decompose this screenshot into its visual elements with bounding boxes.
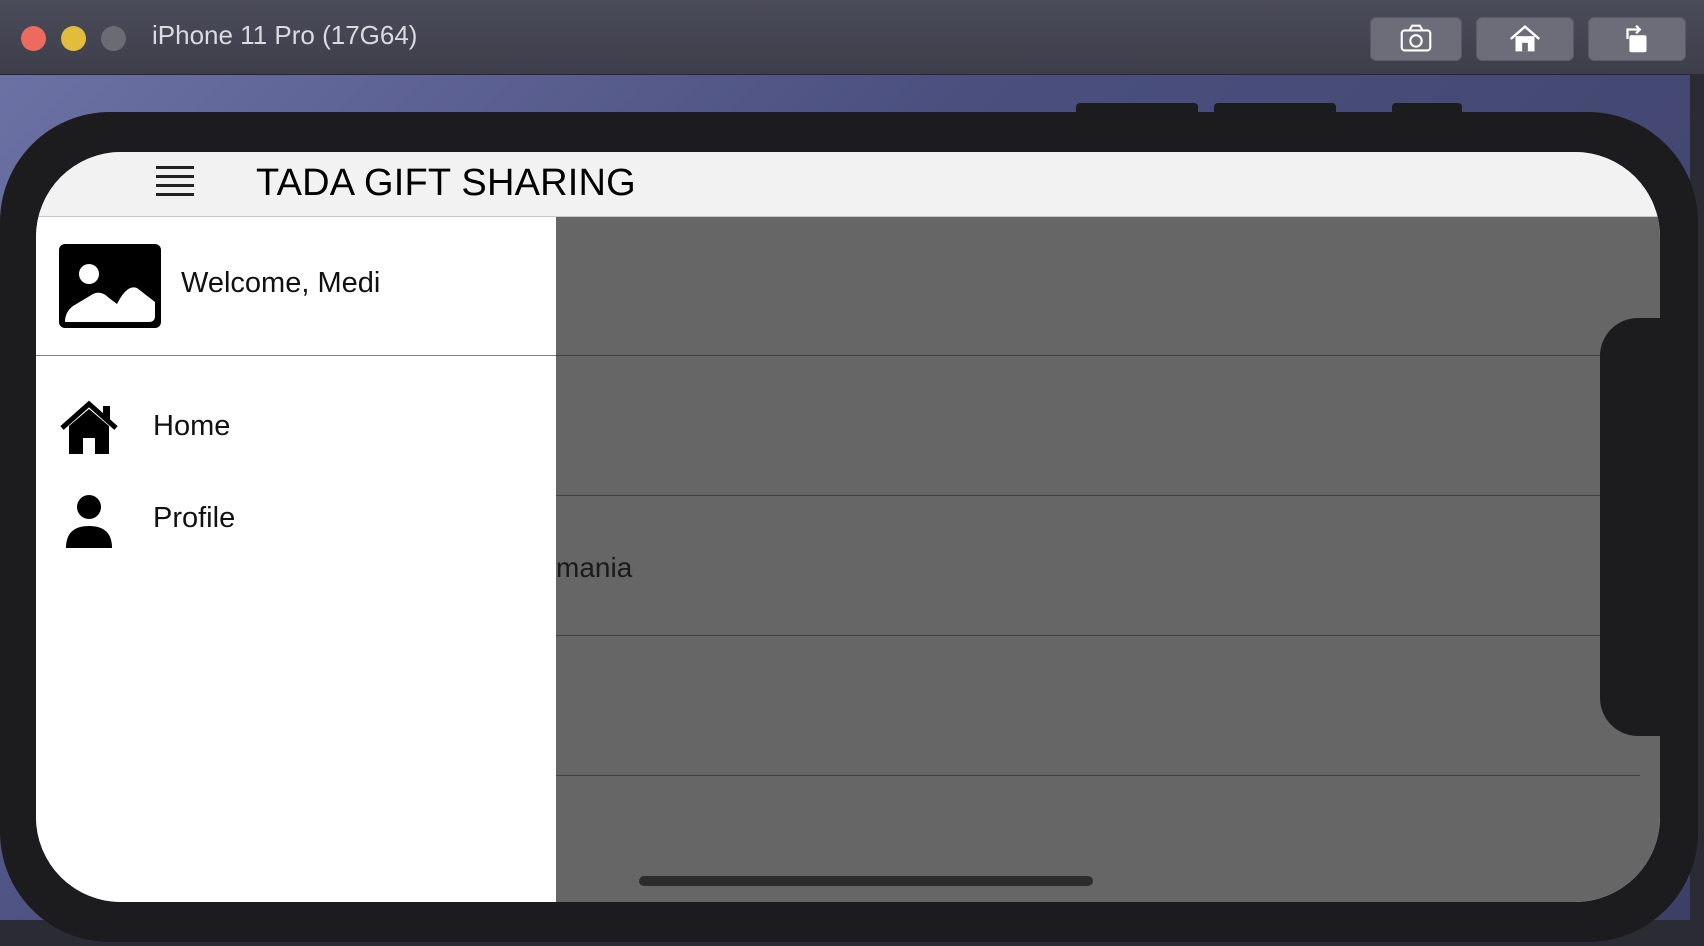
window-title: iPhone 11 Pro (17G64) — [152, 20, 418, 50]
device-notch — [1600, 318, 1660, 736]
home-icon — [1509, 25, 1541, 52]
person-icon — [66, 495, 112, 548]
home-button[interactable] — [1476, 17, 1574, 61]
welcome-text: Welcome, Medi — [181, 267, 381, 299]
drawer-item-profile[interactable]: Profile — [36, 484, 556, 564]
hamburger-icon[interactable] — [156, 166, 194, 202]
minimize-window-button[interactable] — [61, 26, 86, 51]
image-placeholder-icon — [59, 244, 161, 328]
list-item-text: mania — [556, 552, 633, 583]
drawer-item-label: Profile — [153, 502, 236, 534]
app-header: TADA GIFT SHARING — [36, 152, 1660, 217]
screenshot-button[interactable] — [1370, 17, 1462, 61]
row-divider — [556, 775, 1640, 776]
row-divider — [556, 355, 1660, 356]
row-divider — [556, 635, 1660, 636]
row-divider — [556, 495, 1660, 496]
camera-icon — [1400, 24, 1432, 52]
home-indicator[interactable] — [639, 876, 1093, 886]
app-title: TADA GIFT SHARING — [256, 162, 636, 204]
rotate-icon — [1626, 24, 1647, 53]
drawer-item-label: Home — [153, 410, 231, 442]
drawer-header: Welcome, Medi — [36, 217, 556, 356]
drawer-item-home[interactable]: Home — [36, 392, 556, 472]
device-screen: TADA GIFT SHARING mania Welcome, Medi Ho… — [36, 152, 1660, 902]
house-icon — [60, 400, 118, 454]
simulator-title-bar: iPhone 11 Pro (17G64) — [0, 0, 1704, 75]
close-window-button[interactable] — [21, 26, 46, 51]
rotate-button[interactable] — [1588, 17, 1686, 61]
dimmed-content-overlay[interactable]: mania — [556, 217, 1660, 902]
side-drawer: Welcome, Medi Home Profile — [36, 217, 556, 902]
zoom-window-button[interactable] — [101, 26, 126, 51]
